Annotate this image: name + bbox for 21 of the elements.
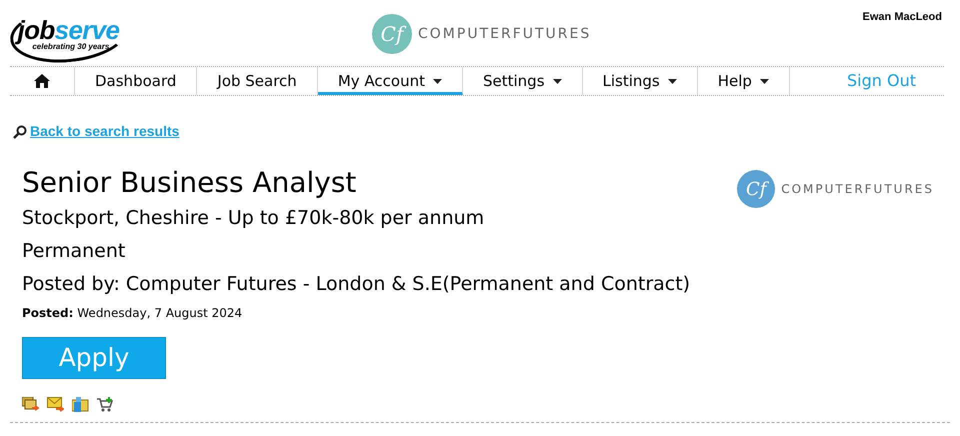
- company-logo: Cf COMPUTERFUTURES: [737, 170, 934, 208]
- cart-icon[interactable]: [97, 397, 114, 412]
- nav-tab[interactable]: Dashboard: [75, 67, 198, 95]
- job-poster: Posted by: Computer Futures - London & S.E(Permanent and Contract): [22, 272, 690, 297]
- site-logo[interactable]: jobserve celebrating 30 years: [7, 0, 131, 68]
- company-logo: Cf COMPUTERFUTURES: [372, 14, 592, 54]
- home-icon: [34, 74, 50, 88]
- job-type: Permanent: [22, 239, 126, 264]
- job-location-salary: Stockport, Cheshire - Up to £70k-80k per annum: [22, 206, 484, 231]
- nav-tab[interactable]: Job Search: [197, 67, 318, 95]
- user-name: Ewan MacLeod: [862, 10, 942, 25]
- nav-tab[interactable]: My Account: [318, 67, 463, 95]
- nav-tab[interactable]: Settings: [462, 67, 583, 95]
- posted-date: Posted: Wednesday, 7 August 2024: [22, 305, 244, 322]
- nav-tab[interactable]: Help: [698, 67, 790, 95]
- envelope-icon[interactable]: [47, 397, 64, 412]
- folder-icon[interactable]: [72, 397, 89, 412]
- magnifier-icon: [13, 124, 27, 138]
- job-title: Senior Business Analyst: [22, 165, 356, 201]
- nav-tab[interactable]: Listings: [582, 67, 698, 95]
- documents-icon[interactable]: [22, 397, 39, 412]
